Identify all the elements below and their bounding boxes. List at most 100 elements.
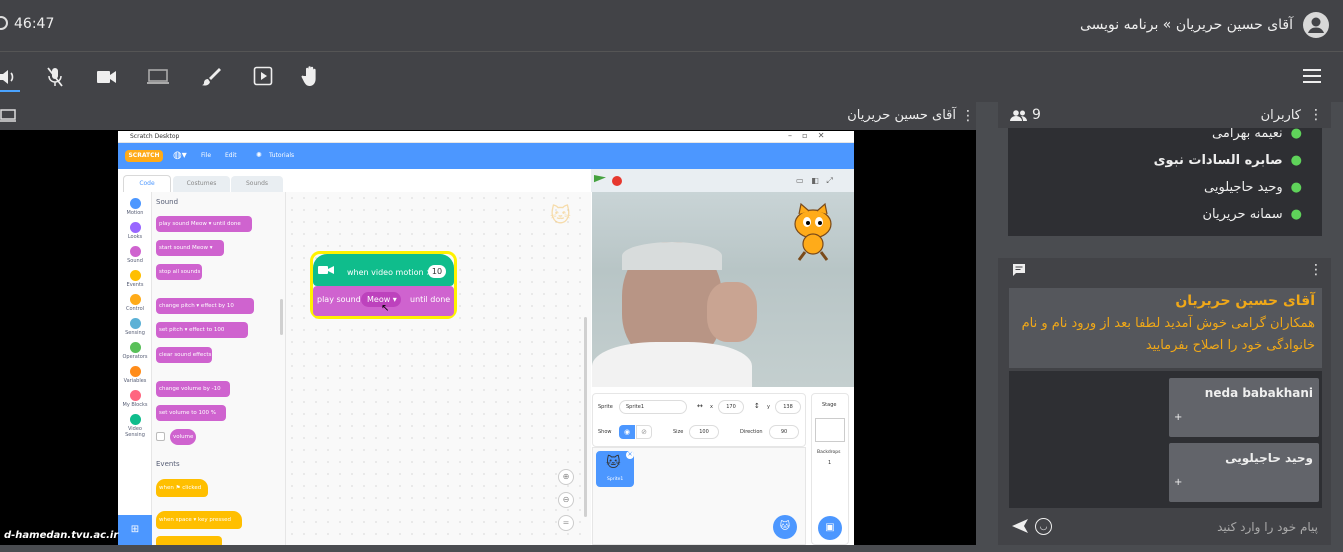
window-controls[interactable]: – ▫ ✕: [788, 131, 824, 140]
backdrops-count: 1: [828, 460, 832, 466]
category-sensing[interactable]: Sensing: [120, 318, 150, 336]
volume-checkbox[interactable]: [156, 432, 165, 441]
user-row[interactable]: صابره السادات نبوی ●: [1154, 153, 1302, 168]
stage-size-icons[interactable]: ▭ ◧ ⤢: [796, 176, 833, 186]
scratch-menubar: SCRATCH ◍▾ File Edit ✺ Tutorials: [118, 143, 854, 169]
emoji-icon[interactable]: ◡: [1035, 518, 1052, 535]
tab-code[interactable]: Code: [123, 175, 171, 192]
stage-canvas: [592, 192, 854, 387]
stage-thumbnail[interactable]: [815, 418, 845, 442]
x-input[interactable]: 170: [718, 400, 744, 414]
user-row[interactable]: نعیمه بهرامی ●: [1212, 128, 1302, 141]
palette-block[interactable]: play sound Meow ▾ until done: [156, 216, 252, 232]
choose-sprite-button[interactable]: 🐱: [773, 515, 797, 539]
show-hidden-toggle[interactable]: ⊘: [636, 425, 652, 439]
monitor-icon: [0, 109, 18, 123]
stage-selector[interactable]: Stage Backdrops 1 ▣: [811, 393, 849, 545]
active-indicator: [0, 90, 20, 92]
more-vert-icon[interactable]: ⋮: [1309, 262, 1323, 278]
category-dot: [129, 222, 141, 233]
script-area[interactable]: [286, 192, 591, 545]
scratch-window-title: Scratch Desktop: [130, 133, 180, 140]
category-video-sensing[interactable]: Video Sensing: [120, 414, 150, 438]
palette-block[interactable]: set volume to 100 %: [156, 405, 226, 421]
stop-icon[interactable]: [612, 176, 622, 186]
menu-edit[interactable]: Edit: [225, 152, 237, 159]
script-hat-value[interactable]: 10: [428, 265, 446, 278]
category-motion[interactable]: Motion: [120, 198, 150, 216]
tab-sounds[interactable]: Sounds: [231, 176, 283, 192]
menu-file[interactable]: File: [201, 152, 211, 159]
category-events[interactable]: Events: [120, 270, 150, 288]
camera-icon[interactable]: [96, 68, 118, 86]
category-dot: [129, 294, 141, 305]
play-icon[interactable]: [253, 66, 273, 86]
more-vert-icon[interactable]: ⋮: [1309, 107, 1323, 123]
category-label: Sensing: [125, 330, 145, 336]
script-scrollbar[interactable]: [584, 317, 587, 517]
show-visible-toggle[interactable]: ◉: [619, 425, 635, 439]
send-icon[interactable]: [1011, 518, 1029, 534]
message-body: +: [1174, 412, 1183, 423]
scratch-window: Scratch Desktop – ▫ ✕ SCRATCH ◍▾ File Ed…: [118, 131, 854, 545]
y-input[interactable]: 138: [775, 400, 801, 414]
zoom-out-button[interactable]: ⊖: [558, 492, 574, 508]
user-name: نعیمه بهرامی: [1212, 128, 1283, 141]
hand-icon[interactable]: [301, 65, 321, 87]
users-list: نعیمه بهرامی ● صابره السادات نبوی ● وحید حاج…: [1008, 128, 1322, 236]
palette-block-when-flag[interactable]: when ⚑ clicked: [156, 479, 208, 497]
palette-block[interactable]: stop all sounds: [156, 264, 202, 280]
sounds-tab-label: Sounds: [245, 180, 269, 187]
y-arrow-icon: ↕: [754, 402, 760, 410]
menu-tutorials[interactable]: Tutorials: [269, 152, 294, 159]
users-panel-header: ⋮ کاربران 9: [998, 102, 1331, 128]
category-control[interactable]: Control: [120, 294, 150, 312]
user-icon: ●: [1290, 128, 1302, 141]
palette-block[interactable]: clear sound effects: [156, 347, 212, 363]
script-hat-block[interactable]: when video motion > 10: [313, 254, 454, 286]
palette-block-partial: [156, 536, 222, 545]
palette-block[interactable]: volume: [170, 429, 196, 445]
hamburger-icon[interactable]: [1302, 68, 1322, 84]
sprite-delete-icon[interactable]: ✕: [626, 451, 634, 459]
category-looks[interactable]: Looks: [120, 222, 150, 240]
speaker-icon[interactable]: [0, 66, 18, 88]
brush-icon[interactable]: [200, 66, 222, 88]
sprite-info-panel: Sprite Sprite1 ↔ x 170 ↕ y 138 Show ◉ ⊘ …: [592, 393, 806, 447]
add-extension-button[interactable]: ⊞: [118, 515, 152, 545]
category-sound[interactable]: Sound: [120, 246, 150, 264]
chat-input[interactable]: [1060, 516, 1318, 538]
sprite-label: Sprite: [598, 404, 613, 410]
globe-icon[interactable]: ◍▾: [173, 150, 187, 161]
sprite-name-input[interactable]: Sprite1: [619, 400, 687, 414]
scratch-logo[interactable]: SCRATCH: [125, 150, 163, 162]
palette-block[interactable]: change volume by -10: [156, 381, 230, 397]
zoom-reset-button[interactable]: =: [558, 515, 574, 531]
sprite-thumbnail[interactable]: 🐱 Sprite1 ✕: [596, 451, 634, 487]
direction-input[interactable]: 90: [769, 425, 799, 439]
choose-backdrop-button[interactable]: ▣: [818, 516, 842, 540]
size-input[interactable]: 100: [689, 425, 719, 439]
user-row[interactable]: سمانه حریریان ●: [1202, 207, 1302, 222]
category-variables[interactable]: Variables: [120, 366, 150, 384]
tab-costumes[interactable]: Costumes: [173, 176, 230, 192]
palette-block[interactable]: set pitch ▾ effect to 100: [156, 322, 248, 338]
user-avatar-icon[interactable]: [1303, 12, 1329, 38]
costumes-tab-label: Costumes: [186, 180, 217, 187]
more-vert-icon[interactable]: ⋮: [961, 108, 975, 124]
screen-share-icon[interactable]: [146, 67, 170, 87]
palette-block-when-key[interactable]: when space ▾ key pressed: [156, 511, 242, 529]
palette-block[interactable]: start sound Meow ▾: [156, 240, 224, 256]
category-dot: [129, 366, 141, 377]
zoom-in-button[interactable]: ⊕: [558, 469, 574, 485]
mic-off-icon[interactable]: [45, 66, 65, 88]
user-row[interactable]: وحید حاجیلویی ●: [1204, 180, 1302, 195]
palette-block[interactable]: change pitch ▾ effect by 10: [156, 298, 254, 314]
category-my-blocks[interactable]: My Blocks: [120, 390, 150, 408]
category-label: Control: [125, 306, 145, 312]
cursor-icon: ↖: [381, 303, 390, 314]
show-label: Show: [598, 429, 612, 435]
category-operators[interactable]: Operators: [120, 342, 150, 360]
palette-scrollbar[interactable]: [280, 299, 283, 335]
category-label: Variables: [123, 378, 147, 384]
